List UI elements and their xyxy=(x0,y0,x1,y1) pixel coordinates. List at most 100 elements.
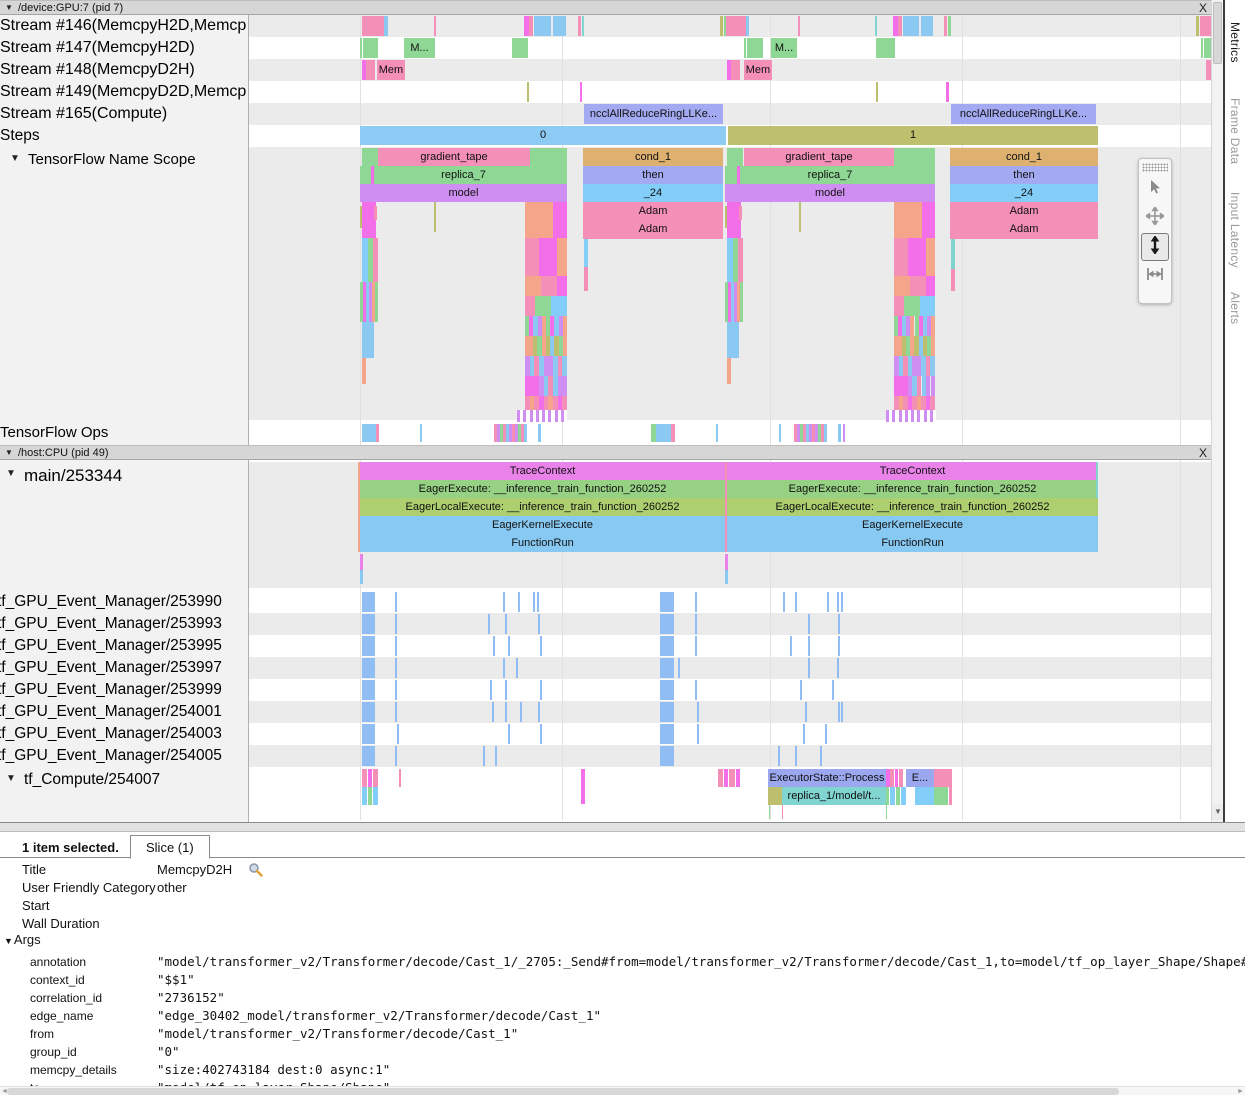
trace-event[interactable] xyxy=(894,356,935,376)
trace-event[interactable] xyxy=(362,769,367,787)
trace-event[interactable] xyxy=(395,592,397,612)
trace-event[interactable] xyxy=(578,16,581,36)
trace-event[interactable] xyxy=(899,769,903,787)
trace-event[interactable] xyxy=(580,82,582,102)
trace-event[interactable] xyxy=(738,238,743,282)
trace-event[interactable] xyxy=(790,636,792,656)
tab-frame-data[interactable]: Frame Data xyxy=(1228,98,1242,164)
trace-event[interactable] xyxy=(557,238,567,276)
trace-event[interactable]: Adam xyxy=(950,202,1098,220)
trace-event[interactable]: Mem xyxy=(377,60,405,80)
trace-event[interactable]: replica_7 xyxy=(725,166,935,184)
trace-event[interactable] xyxy=(805,702,807,722)
trace-event[interactable] xyxy=(525,376,539,396)
trace-event[interactable]: Adam xyxy=(950,220,1098,239)
trace-event[interactable] xyxy=(582,16,584,36)
trace-event[interactable] xyxy=(395,746,397,766)
trace-event[interactable] xyxy=(894,396,935,410)
trace-event[interactable] xyxy=(876,38,895,58)
trace-event[interactable] xyxy=(894,376,908,396)
trace-event[interactable] xyxy=(492,702,494,722)
trace-event[interactable] xyxy=(360,554,363,570)
trace-event[interactable] xyxy=(736,769,740,787)
trace-event[interactable] xyxy=(525,316,567,336)
trace-event[interactable] xyxy=(901,787,906,805)
trace-event[interactable] xyxy=(727,358,731,384)
trace-event[interactable] xyxy=(660,592,674,612)
trace-event[interactable] xyxy=(362,702,375,722)
tab-input-latency[interactable]: Input Latency xyxy=(1228,192,1242,268)
trace-event[interactable] xyxy=(538,614,540,634)
trace-event[interactable] xyxy=(795,592,797,612)
trace-event[interactable] xyxy=(362,680,375,700)
trace-event[interactable] xyxy=(890,787,895,805)
trace-event[interactable] xyxy=(782,805,783,819)
trace-event[interactable] xyxy=(837,592,839,612)
trace-event[interactable] xyxy=(922,202,935,238)
trace-event[interactable] xyxy=(530,148,567,166)
close-icon[interactable]: X xyxy=(1196,446,1210,460)
trace-event[interactable] xyxy=(727,148,743,166)
trace-event[interactable] xyxy=(725,206,727,228)
trace-event[interactable]: replica_7 xyxy=(360,166,567,184)
trace-event[interactable]: ncclAllReduceRingLLKe... xyxy=(584,104,723,124)
cpu-row-label[interactable]: tf_Compute/254007 xyxy=(24,771,160,789)
trace-event[interactable] xyxy=(358,462,360,552)
trace-event[interactable] xyxy=(672,746,674,766)
trace-event[interactable] xyxy=(362,614,375,634)
trace-event[interactable] xyxy=(399,769,401,787)
trace-event[interactable] xyxy=(944,16,947,36)
trace-event[interactable] xyxy=(1201,38,1203,58)
trace-event[interactable] xyxy=(695,592,697,612)
trace-event[interactable] xyxy=(890,769,894,787)
trace-event[interactable] xyxy=(718,769,723,787)
trace-event[interactable] xyxy=(360,570,363,584)
trace-event[interactable]: gradient_tape xyxy=(744,148,894,166)
trace-event[interactable] xyxy=(838,424,841,442)
trace-event[interactable] xyxy=(494,424,527,442)
trace-event[interactable] xyxy=(926,276,935,296)
trace-event[interactable] xyxy=(395,680,397,700)
trace-event[interactable]: cond_1 xyxy=(950,148,1098,166)
trace-event[interactable] xyxy=(841,702,843,722)
trace-event[interactable] xyxy=(894,202,922,238)
trace-event[interactable] xyxy=(934,787,948,805)
trace-event[interactable] xyxy=(384,16,388,36)
trace-event[interactable] xyxy=(768,787,782,805)
trace-event[interactable]: 1 xyxy=(728,126,1098,145)
trace-event[interactable] xyxy=(832,680,834,700)
trace-event[interactable] xyxy=(660,724,674,744)
trace-event[interactable] xyxy=(368,769,372,787)
trace-event[interactable]: EagerKernelExecute xyxy=(360,516,725,534)
trace-event[interactable] xyxy=(488,614,490,634)
trace-event[interactable] xyxy=(769,805,770,819)
trace-event[interactable] xyxy=(525,276,541,296)
trace-event[interactable] xyxy=(695,636,697,656)
collapse-icon[interactable]: ▼ xyxy=(6,773,16,784)
trace-event[interactable] xyxy=(894,336,902,356)
trace-event[interactable] xyxy=(697,724,699,744)
trace-event[interactable] xyxy=(1196,16,1199,36)
trace-event[interactable] xyxy=(525,336,533,356)
trace-event[interactable] xyxy=(584,239,588,267)
trace-event[interactable] xyxy=(534,16,551,36)
trace-event[interactable] xyxy=(838,702,840,722)
vertical-zoom-tool-button[interactable] xyxy=(1141,233,1169,261)
trace-event[interactable] xyxy=(525,202,553,238)
trace-event[interactable]: 0 xyxy=(360,126,726,145)
vertical-scrollbar[interactable]: ▼ xyxy=(1211,0,1223,822)
trace-event[interactable] xyxy=(660,636,674,656)
trace-event[interactable] xyxy=(540,680,542,700)
trace-event[interactable] xyxy=(747,38,763,58)
trace-event[interactable] xyxy=(363,38,378,58)
trace-event[interactable] xyxy=(508,636,510,656)
trace-event[interactable]: model xyxy=(725,184,935,202)
trace-event[interactable] xyxy=(725,462,727,552)
trace-event[interactable] xyxy=(395,702,397,722)
trace-event[interactable] xyxy=(362,424,376,442)
scrollbar-thumb[interactable] xyxy=(1213,2,1222,64)
trace-event[interactable] xyxy=(926,238,935,276)
trace-event[interactable] xyxy=(920,296,935,316)
trace-event[interactable] xyxy=(894,276,910,296)
trace-event[interactable] xyxy=(894,238,908,276)
